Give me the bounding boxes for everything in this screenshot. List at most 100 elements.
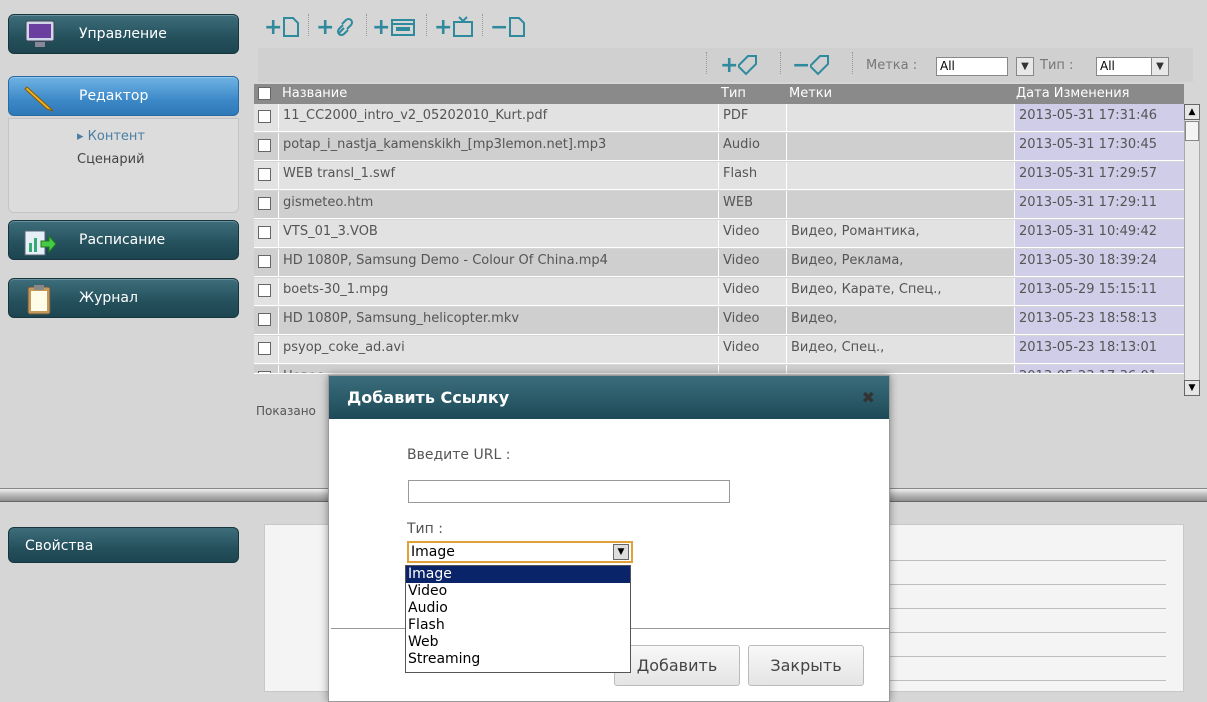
table-row[interactable]: HD 1080P, Samsung_helicopter.mkv Video Вид…	[254, 307, 1184, 335]
cell-name: gismeteo.htm	[278, 191, 718, 218]
add-form-button[interactable]: +	[372, 14, 416, 40]
nav-editor-label: Редактор	[79, 88, 149, 104]
cell-tags	[786, 191, 1014, 218]
type-filter-arrow-icon[interactable]: ▼	[1151, 57, 1169, 76]
row-checkbox[interactable]	[258, 139, 271, 152]
table-row[interactable]: gismeteo.htm WEB 2013-05-31 17:29:11	[254, 191, 1184, 219]
cell-tags: Видео, Спец.,	[786, 336, 1014, 363]
add-tv-button[interactable]: +	[434, 14, 474, 40]
type-option[interactable]: Video	[406, 583, 630, 600]
add-link-button[interactable]: +	[316, 14, 356, 40]
row-checkbox[interactable]	[258, 342, 271, 355]
cell-date: 2013-05-29 15:15:11	[1014, 278, 1184, 305]
nav-journal-label: Журнал	[79, 290, 138, 306]
table-header: Название Тип Метки Дата Изменения	[254, 84, 1184, 104]
col-tags-header: Метки	[789, 86, 833, 101]
cell-name: VTS_01_3.VOB	[278, 220, 718, 247]
tag-filter-arrow-icon[interactable]: ▼	[1016, 57, 1034, 76]
table-row[interactable]: HD 1080P, Samsung Demo - Colour Of China…	[254, 249, 1184, 277]
nav-management-button[interactable]: Управление	[8, 14, 239, 54]
cell-tags: Видео, Карате, Спец.,	[786, 278, 1014, 305]
url-input[interactable]	[408, 480, 730, 503]
row-checkbox[interactable]	[258, 226, 271, 239]
close-button[interactable]: Закрыть	[748, 645, 864, 686]
row-checkbox[interactable]	[258, 197, 271, 210]
table-row[interactable]: potap_i_nastja_kamenskikh_[mp3lemon.net]…	[254, 133, 1184, 161]
dialog-header: Добавить Ссылку ✖	[329, 376, 889, 419]
cell-name: psyop_coke_ad.avi	[278, 336, 718, 363]
scroll-down-icon[interactable]: ▼	[1184, 380, 1200, 396]
type-filter-select[interactable]: All	[1096, 57, 1152, 76]
cell-date: 2013-05-23 18:13:01	[1014, 336, 1184, 363]
nav-scenario-link[interactable]: Сценарий	[77, 152, 145, 167]
cell-type: Video	[718, 307, 786, 334]
type-option[interactable]: Streaming	[406, 651, 630, 668]
table-row[interactable]: 11_CC2000_intro_v2_05202010_Kurt.pdf PDF 2…	[254, 104, 1184, 132]
cell-name: HD 1080P, Samsung Demo - Colour Of China…	[278, 249, 718, 276]
cell-name: HD 1080P, Samsung_helicopter.mkv	[278, 307, 718, 334]
close-icon[interactable]: ✖	[862, 376, 875, 419]
nav-schedule-label: Расписание	[79, 232, 166, 248]
add-form-icon	[391, 19, 416, 36]
add-tag-icon	[738, 55, 758, 76]
cell-name: WEB transl_1.swf	[278, 162, 718, 189]
row-checkbox[interactable]	[258, 313, 271, 326]
type-dropdown-list[interactable]: Image Video Audio Flash Web Streaming	[405, 565, 631, 673]
row-checkbox[interactable]	[258, 168, 271, 181]
chevron-down-icon[interactable]: ▼	[613, 544, 629, 560]
table-row[interactable]: boets-30_1.mpg Video Видео, Карате, Спец.,…	[254, 278, 1184, 306]
add-tag-button[interactable]: +	[720, 52, 758, 78]
type-option[interactable]: Flash	[406, 617, 630, 634]
type-option[interactable]: Web	[406, 634, 630, 651]
remove-tag-icon	[810, 55, 830, 76]
cell-tags	[786, 104, 1014, 131]
table-row[interactable]: VTS_01_3.VOB Video Видео, Романтика, 2013-0…	[254, 220, 1184, 248]
nav-editor-button[interactable]: Редактор	[8, 76, 239, 116]
cell-type: Video	[718, 336, 786, 363]
row-checkbox[interactable]	[258, 255, 271, 268]
monitor-icon	[25, 20, 55, 47]
scroll-thumb[interactable]	[1185, 121, 1199, 141]
cell-type: PDF	[718, 104, 786, 131]
table-scrollbar[interactable]: ▲ ▼	[1184, 104, 1200, 396]
cell-date: 2013-05-23 18:58:13	[1014, 307, 1184, 334]
cell-date: 2013-05-31 10:49:42	[1014, 220, 1184, 247]
select-all-checkbox[interactable]	[258, 87, 271, 100]
tag-filter-select[interactable]: All	[936, 57, 1008, 76]
row-checkbox[interactable]	[258, 371, 271, 373]
cell-date: 2013-05-30 18:39:24	[1014, 249, 1184, 276]
table-row[interactable]: Новос 2013-05-23 17:36:01	[254, 365, 1184, 374]
remove-file-icon	[509, 17, 526, 37]
cell-type: Video	[718, 220, 786, 247]
type-option[interactable]: Audio	[406, 600, 630, 617]
add-tv-icon	[453, 16, 474, 37]
remove-file-button[interactable]: −	[490, 14, 526, 40]
cell-type: WEB	[718, 191, 786, 218]
type-select[interactable]: Image ▼	[407, 541, 633, 563]
nav-schedule-button[interactable]: Расписание	[8, 220, 239, 260]
col-type-header: Тип	[721, 86, 746, 101]
cell-tags	[786, 162, 1014, 189]
shown-count-text: Показано	[256, 404, 316, 418]
add-file-icon	[283, 17, 300, 37]
row-checkbox[interactable]	[258, 284, 271, 297]
add-button[interactable]: Добавить	[614, 645, 740, 686]
type-filter-label: Тип :	[1040, 58, 1074, 73]
properties-button[interactable]: Свойства	[8, 527, 239, 563]
add-file-button[interactable]: +	[264, 14, 300, 40]
nav-journal-button[interactable]: Журнал	[8, 278, 239, 318]
cell-tags: Видео, Реклама,	[786, 249, 1014, 276]
nav-management-label: Управление	[79, 26, 167, 42]
cell-tags	[786, 365, 1014, 373]
table-row[interactable]: WEB transl_1.swf Flash 2013-05-31 17:29:57	[254, 162, 1184, 190]
cell-tags	[786, 133, 1014, 160]
cell-date: 2013-05-31 17:29:57	[1014, 162, 1184, 189]
remove-tag-button[interactable]: −	[792, 52, 830, 78]
type-label: Тип :	[407, 521, 443, 537]
table-row[interactable]: psyop_coke_ad.avi Video Видео, Спец., 2013-…	[254, 336, 1184, 364]
row-checkbox[interactable]	[258, 110, 271, 123]
type-option[interactable]: Image	[406, 566, 630, 583]
scroll-up-icon[interactable]: ▲	[1184, 104, 1200, 120]
col-date-header: Дата Изменения	[1016, 86, 1130, 101]
nav-content-link[interactable]: ▸ Контент	[77, 129, 145, 144]
